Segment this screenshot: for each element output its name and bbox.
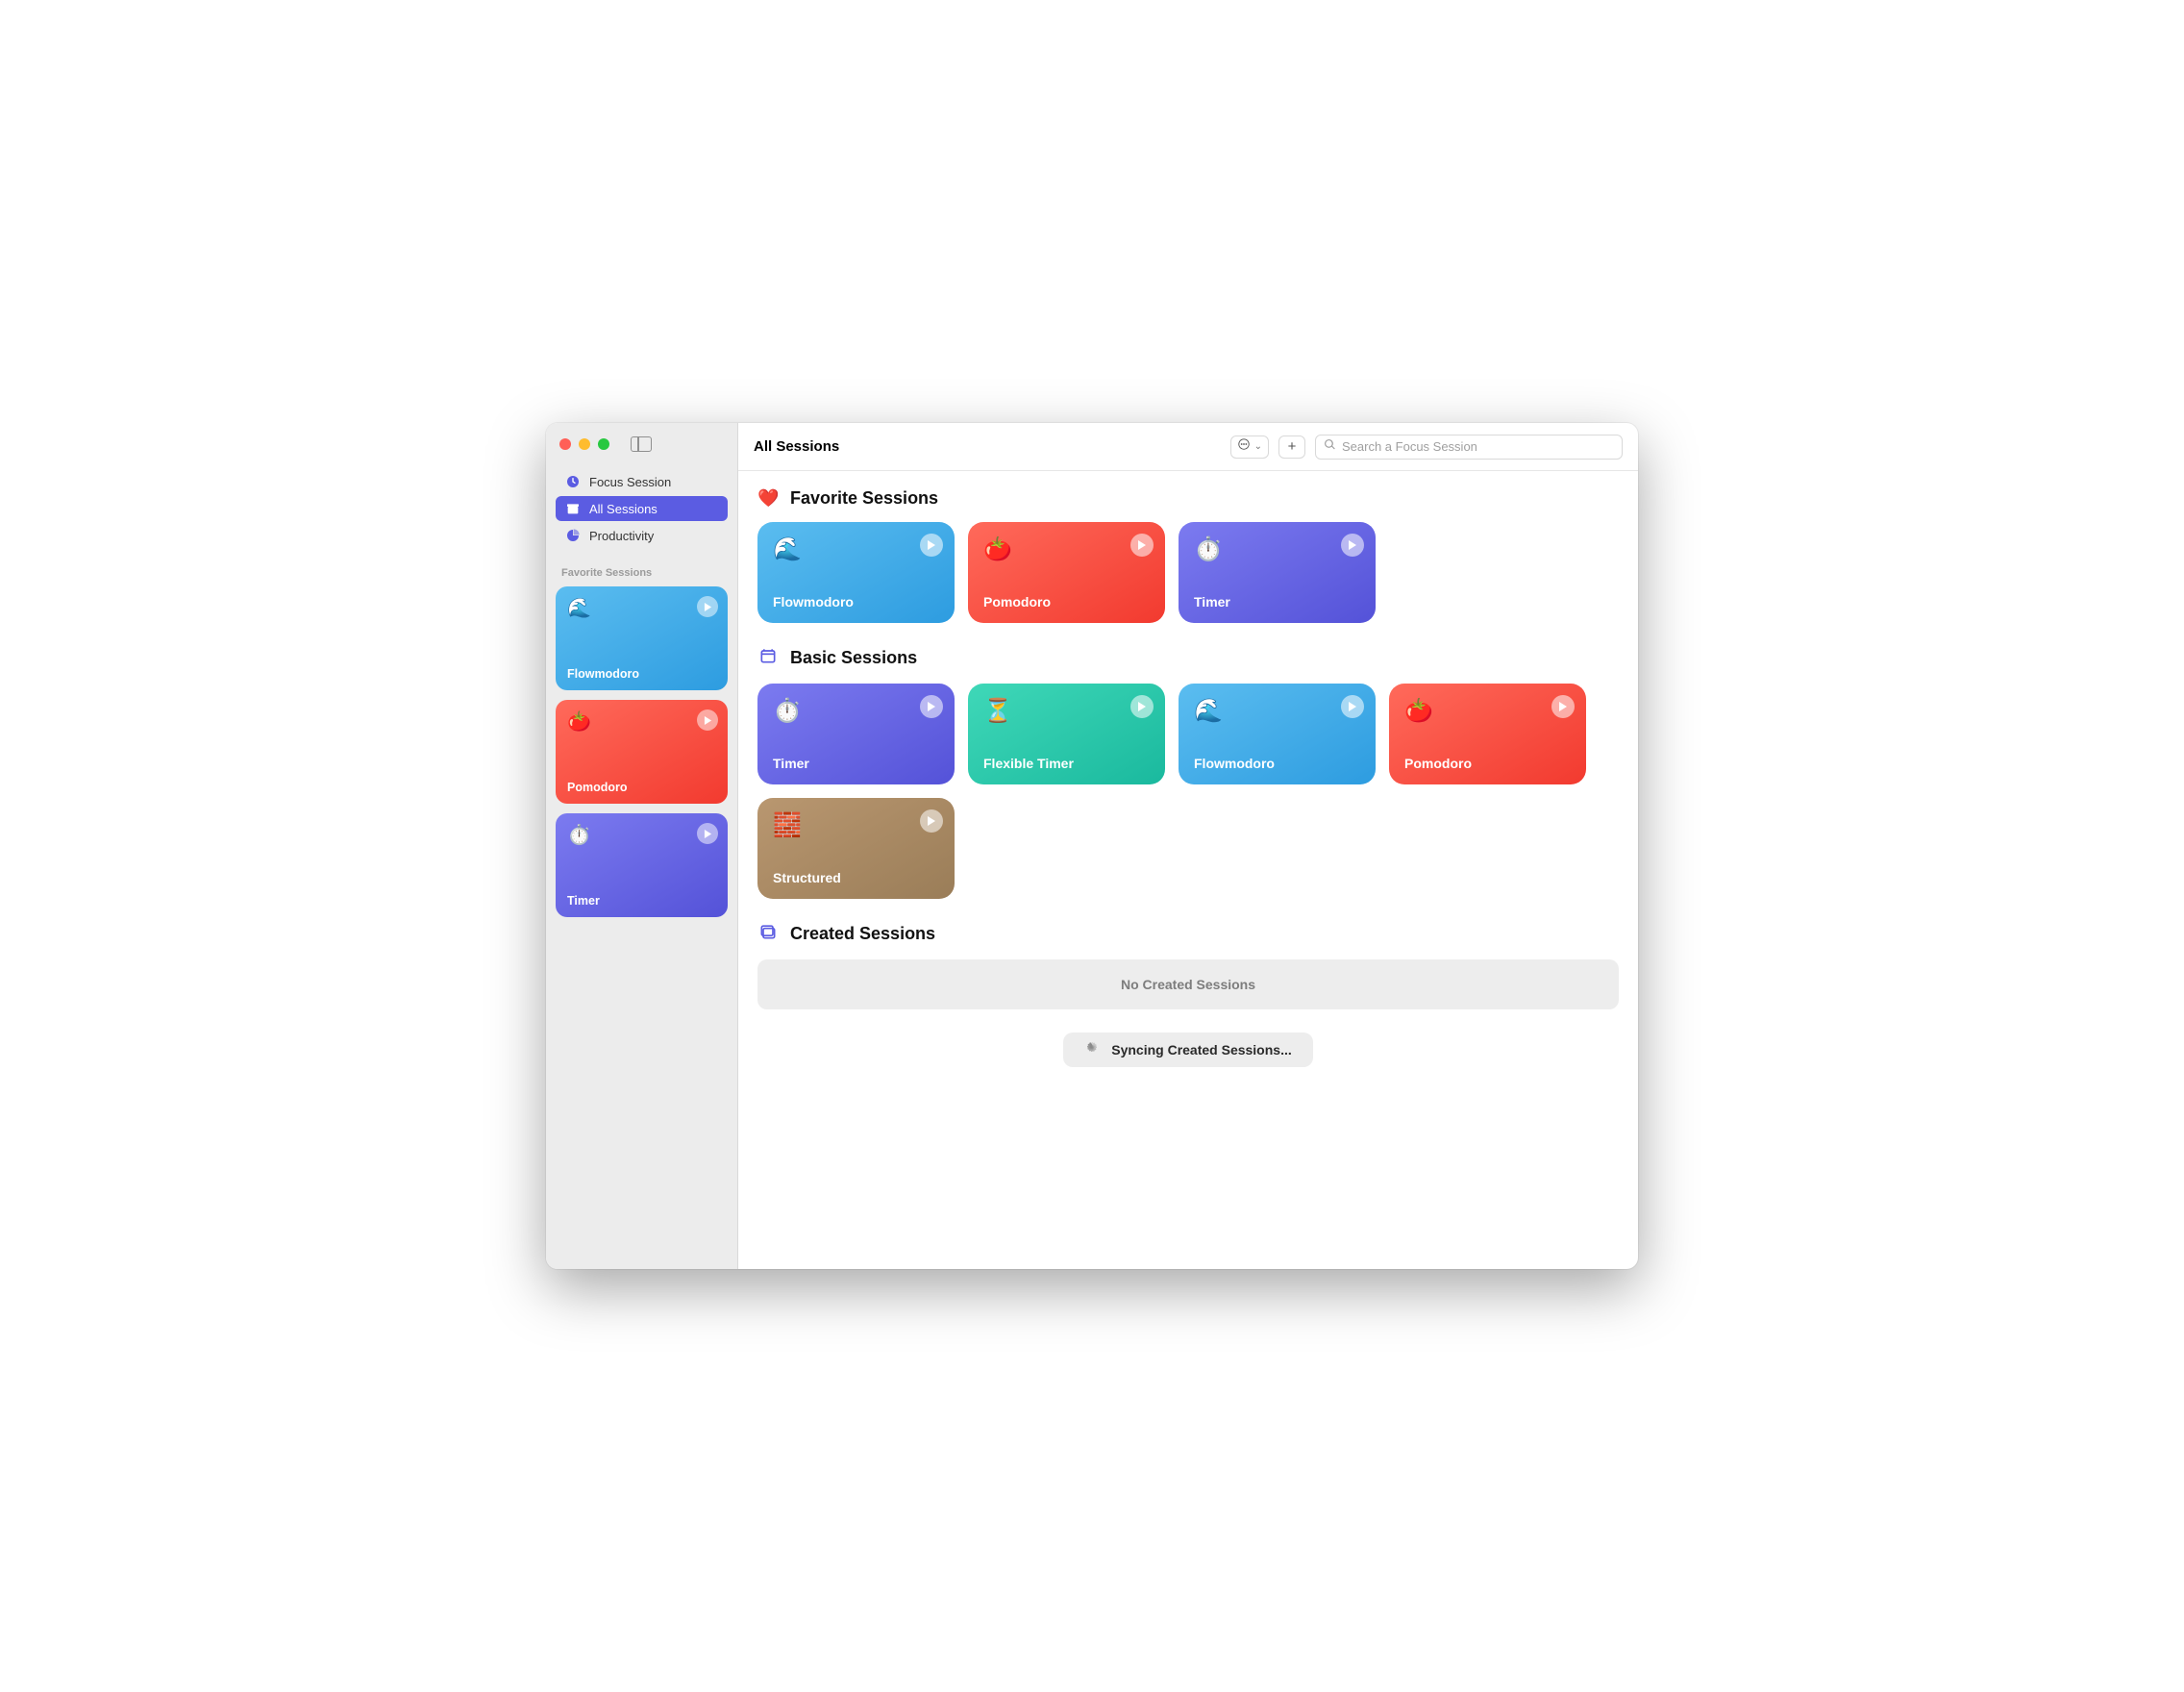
session-label: Flowmodoro (1194, 756, 1360, 771)
syncing-label: Syncing Created Sessions... (1111, 1042, 1292, 1058)
session-card[interactable]: 🍅 Pomodoro (968, 522, 1165, 623)
more-options-button[interactable]: ⌄ (1230, 435, 1269, 459)
session-emoji: 🍅 (567, 709, 716, 734)
main-area: All Sessions ⌄ + ❤️ (738, 423, 1638, 1269)
search-icon (1324, 438, 1342, 456)
session-label: Structured (773, 870, 939, 885)
sidebar-item-label: All Sessions (589, 502, 658, 516)
play-button[interactable] (697, 596, 718, 617)
toolbar: All Sessions ⌄ + (738, 423, 1638, 471)
section-title: Created Sessions (790, 924, 935, 944)
play-button[interactable] (1551, 695, 1575, 718)
sidebar-item-label: Productivity (589, 529, 654, 543)
play-button[interactable] (1341, 695, 1364, 718)
session-card[interactable]: 🌊 Flowmodoro (757, 522, 955, 623)
session-card[interactable]: 🍅 Pomodoro (1389, 684, 1586, 784)
page-title: All Sessions (754, 438, 839, 455)
session-label: Pomodoro (1404, 756, 1571, 771)
session-emoji: 🌊 (773, 535, 939, 563)
session-label: Pomodoro (983, 594, 1150, 610)
session-emoji: ⏳ (983, 697, 1150, 725)
clock-icon (565, 474, 581, 489)
search-input[interactable] (1342, 439, 1614, 454)
sidebar-item-label: Focus Session (589, 475, 671, 489)
session-emoji: 🍅 (983, 535, 1150, 563)
session-emoji: 🧱 (773, 811, 939, 839)
close-window-button[interactable] (559, 438, 571, 450)
section-favorite: ❤️ Favorite Sessions 🌊 Flowmodoro 🍅 Pomodor… (757, 488, 1619, 623)
session-label: Pomodoro (567, 781, 716, 794)
section-created: Created Sessions No Created Sessions Syn… (757, 922, 1619, 1067)
section-title: Favorite Sessions (790, 488, 938, 509)
session-emoji: 🌊 (567, 596, 716, 620)
session-emoji: ⏱️ (1194, 535, 1360, 563)
content-scroll[interactable]: ❤️ Favorite Sessions 🌊 Flowmodoro 🍅 Pomodor… (738, 471, 1638, 1269)
ellipsis-icon (1237, 437, 1251, 456)
syncing-banner: Syncing Created Sessions... (1063, 1033, 1313, 1067)
search-field[interactable] (1315, 435, 1623, 460)
session-card[interactable]: 🌊 Flowmodoro (1179, 684, 1376, 784)
browser-icon (757, 646, 779, 670)
play-button[interactable] (920, 534, 943, 557)
play-button[interactable] (1130, 534, 1154, 557)
sidebar-favorite-card[interactable]: ⏱️ Timer (556, 813, 728, 917)
sidebar-favorites-header: Favorite Sessions (556, 550, 728, 586)
spinner-icon (1084, 1042, 1100, 1058)
session-card[interactable]: 🧱 Structured (757, 798, 955, 899)
play-button[interactable] (920, 695, 943, 718)
session-emoji: 🌊 (1194, 697, 1360, 725)
session-card[interactable]: ⏱️ Timer (1179, 522, 1376, 623)
session-emoji: 🍅 (1404, 697, 1571, 725)
session-label: Timer (773, 756, 939, 771)
empty-created-banner: No Created Sessions (757, 959, 1619, 1009)
sidebar-favorite-card[interactable]: 🌊 Flowmodoro (556, 586, 728, 690)
toggle-sidebar-button[interactable] (631, 436, 652, 452)
play-button[interactable] (920, 809, 943, 833)
minimize-window-button[interactable] (579, 438, 590, 450)
session-label: Flexible Timer (983, 756, 1150, 771)
session-label: Timer (1194, 594, 1360, 610)
session-emoji: ⏱️ (773, 697, 939, 725)
session-label: Flowmodoro (773, 594, 939, 610)
heart-icon: ❤️ (757, 488, 779, 509)
window-controls (559, 438, 609, 450)
play-button[interactable] (1130, 695, 1154, 718)
play-button[interactable] (1341, 534, 1364, 557)
play-button[interactable] (697, 823, 718, 844)
sidebar: Focus Session All Sessions Productivity Fa… (546, 423, 738, 1269)
session-card[interactable]: ⏳ Flexible Timer (968, 684, 1165, 784)
sidebar-favorite-card[interactable]: 🍅 Pomodoro (556, 700, 728, 804)
app-window: Focus Session All Sessions Productivity Fa… (546, 423, 1638, 1269)
chevron-down-icon: ⌄ (1254, 441, 1262, 452)
zoom-window-button[interactable] (598, 438, 609, 450)
sidebar-item-focus-session[interactable]: Focus Session (556, 469, 728, 494)
session-label: Flowmodoro (567, 667, 716, 681)
session-emoji: ⏱️ (567, 823, 716, 847)
piechart-icon (565, 528, 581, 543)
stack-icon (757, 922, 779, 946)
sidebar-item-productivity[interactable]: Productivity (556, 523, 728, 548)
section-title: Basic Sessions (790, 648, 917, 668)
section-basic: Basic Sessions ⏱️ Timer ⏳ Flexible Timer 🌊 Fl… (757, 646, 1619, 899)
titlebar (556, 436, 728, 469)
plus-icon: + (1288, 438, 1297, 455)
archivebox-icon (565, 501, 581, 516)
sidebar-item-all-sessions[interactable]: All Sessions (556, 496, 728, 521)
play-button[interactable] (697, 709, 718, 731)
session-label: Timer (567, 894, 716, 908)
session-card[interactable]: ⏱️ Timer (757, 684, 955, 784)
add-session-button[interactable]: + (1278, 435, 1305, 459)
